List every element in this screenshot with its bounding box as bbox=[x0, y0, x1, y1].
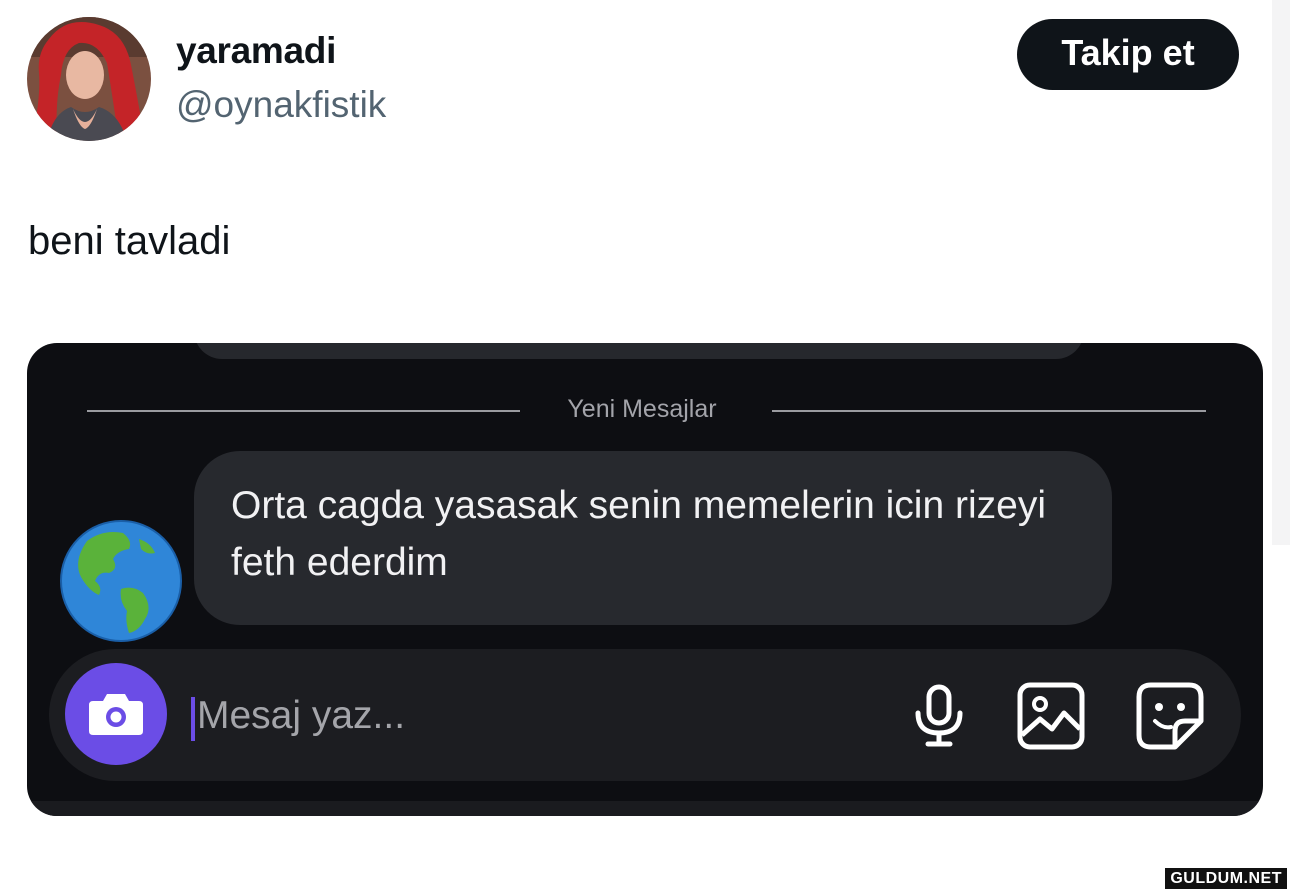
attached-screenshot[interactable]: Yeni Mesajlar Orta cagda yasasak senin m… bbox=[27, 343, 1263, 816]
avatar-photo bbox=[27, 17, 151, 141]
scrollbar-track bbox=[1272, 0, 1290, 545]
text-caret bbox=[191, 697, 195, 741]
earth-globe-icon[interactable] bbox=[59, 519, 183, 643]
message-bubble[interactable]: Orta cagda yasasak senin memelerin icin … bbox=[194, 451, 1112, 625]
bottom-edge bbox=[27, 801, 1263, 816]
tweet-text: beni tavladi bbox=[28, 219, 231, 263]
message-input[interactable]: Mesaj yaz... bbox=[197, 694, 577, 738]
follow-button[interactable]: Takip et bbox=[1017, 19, 1239, 90]
previous-message-bubble bbox=[194, 343, 1084, 359]
message-text: Orta cagda yasasak senin memelerin icin … bbox=[231, 484, 1047, 584]
sticker-icon[interactable] bbox=[1135, 681, 1205, 751]
avatar[interactable] bbox=[27, 17, 151, 141]
new-messages-divider: Yeni Mesajlar bbox=[567, 395, 717, 423]
divider-line-right bbox=[772, 410, 1206, 412]
image-icon[interactable] bbox=[1016, 681, 1086, 751]
camera-icon bbox=[89, 694, 143, 735]
microphone-icon[interactable] bbox=[904, 681, 974, 751]
display-name[interactable]: yaramadi bbox=[176, 30, 336, 72]
user-handle[interactable]: @oynakfistik bbox=[176, 84, 386, 126]
message-input-bar[interactable]: Mesaj yaz... bbox=[49, 649, 1241, 781]
divider-line-left bbox=[87, 410, 520, 412]
camera-button[interactable] bbox=[65, 663, 167, 765]
site-watermark: GULDUM.NET bbox=[1165, 868, 1287, 889]
